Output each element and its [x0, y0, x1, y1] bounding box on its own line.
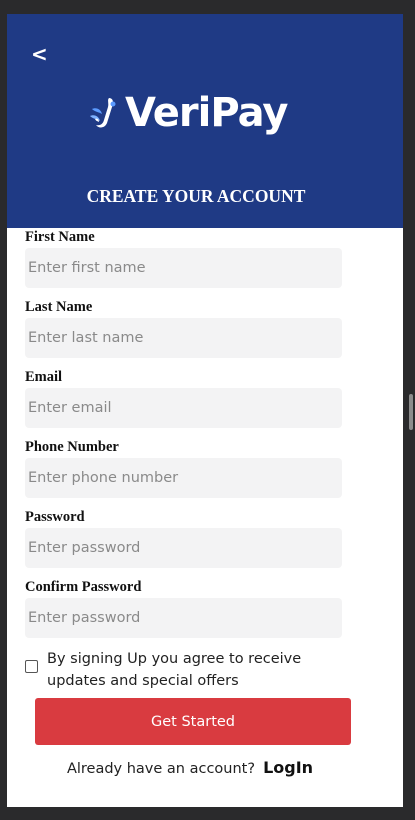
header: < VeriPay CREATE YOUR ACCOUNT	[7, 14, 403, 228]
confirm-password-input[interactable]	[25, 598, 342, 638]
last-name-field: Last Name	[25, 298, 385, 358]
agree-checkbox[interactable]	[25, 660, 38, 673]
first-name-input[interactable]	[25, 248, 342, 288]
password-field: Password	[25, 508, 385, 568]
back-button[interactable]: <	[31, 42, 48, 66]
signup-screen: < VeriPay CREATE YOUR ACCOUNT First Name…	[7, 14, 403, 807]
get-started-button[interactable]: Get Started	[35, 698, 351, 745]
phone-label: Phone Number	[25, 439, 119, 455]
logo: VeriPay	[87, 88, 288, 138]
agree-text: By signing Up you agree to receive updat…	[47, 651, 302, 689]
login-prompt: Already have an account?	[66, 761, 256, 777]
last-name-label: Last Name	[25, 299, 93, 315]
page-title: CREATE YOUR ACCOUNT	[86, 186, 306, 206]
last-name-input[interactable]	[25, 318, 342, 358]
password-label: Password	[25, 509, 85, 525]
email-field: Email	[25, 368, 385, 428]
login-row: Already have an account? LogIn	[7, 758, 373, 777]
password-input[interactable]	[25, 528, 342, 568]
login-link[interactable]: LogIn	[263, 758, 313, 777]
phone-input[interactable]	[25, 458, 342, 498]
confirm-password-field: Confirm Password	[25, 578, 385, 638]
phone-field: Phone Number	[25, 438, 385, 498]
confirm-password-label: Confirm Password	[25, 579, 142, 595]
email-input[interactable]	[25, 388, 342, 428]
veripay-logo-icon	[87, 95, 123, 131]
first-name-field: First Name	[25, 228, 385, 288]
scrollbar-thumb[interactable]	[409, 394, 413, 430]
logo-wordmark: VeriPay	[125, 90, 288, 136]
first-name-label: First Name	[25, 229, 95, 245]
email-label: Email	[25, 369, 63, 385]
